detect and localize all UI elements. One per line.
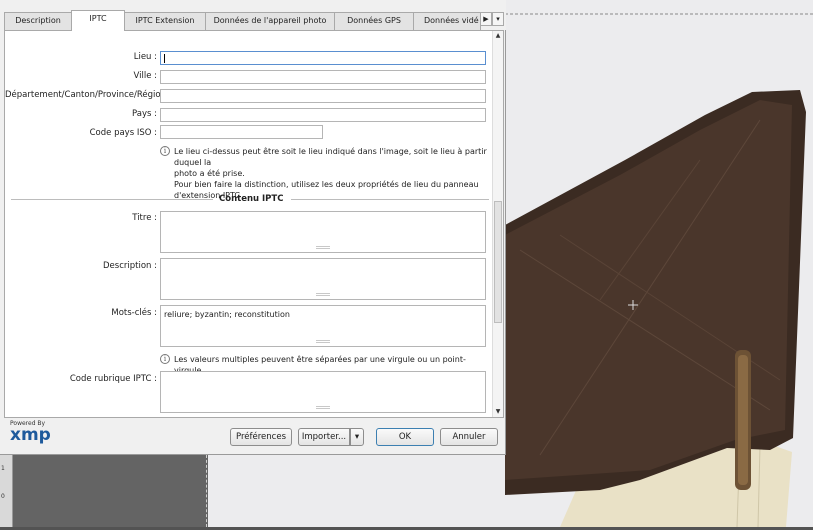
titre-label: Titre : xyxy=(132,213,157,223)
resize-grip-icon[interactable] xyxy=(316,293,330,296)
tab-gps[interactable]: Données GPS xyxy=(334,12,414,30)
metadata-dialog: Description IPTC IPTC Extension Données … xyxy=(0,0,506,455)
resize-grip-icon[interactable] xyxy=(316,406,330,409)
tab-description[interactable]: Description xyxy=(4,12,72,30)
code-rubrique-label: Code rubrique IPTC : xyxy=(69,374,157,384)
tab-menu-icon[interactable]: ▾ xyxy=(492,12,504,26)
location-note-line: Le lieu ci-dessus peut être soit le lieu… xyxy=(174,147,487,167)
xmp-logo-text: xmp xyxy=(10,425,51,445)
book-photo-lower xyxy=(208,455,505,527)
mots-cles-textarea[interactable]: reliure; byzantin; reconstitution xyxy=(160,305,486,347)
tab-iptc[interactable]: IPTC xyxy=(71,10,125,31)
cancel-button[interactable]: Annuler xyxy=(440,428,498,446)
section-divider xyxy=(291,199,489,200)
lieu-label: Lieu : xyxy=(133,52,157,62)
tab-video[interactable]: Données vidé xyxy=(413,12,481,30)
description-textarea[interactable] xyxy=(160,258,486,300)
tab-next-icon[interactable]: ▶ xyxy=(480,12,492,26)
ville-input[interactable] xyxy=(160,70,486,84)
vertical-scrollbar[interactable]: ▲ ▼ xyxy=(492,31,503,417)
lieu-input[interactable] xyxy=(160,51,486,65)
mots-cles-value: reliure; byzantin; reconstitution xyxy=(164,310,290,319)
code-rubrique-textarea[interactable] xyxy=(160,371,486,413)
location-note: Le lieu ci-dessus peut être soit le lieu… xyxy=(174,146,492,201)
resize-grip-icon[interactable] xyxy=(316,246,330,249)
iptc-panel: Lieu : Ville : Département/Canton/Provin… xyxy=(4,30,504,418)
section-title: Contenu IPTC xyxy=(219,194,284,204)
preferences-button[interactable]: Préférences xyxy=(230,428,292,446)
departement-input[interactable] xyxy=(160,89,486,103)
pays-label: Pays : xyxy=(132,109,157,119)
tab-camera-data[interactable]: Données de l'appareil photo xyxy=(205,12,335,30)
location-note-line: Pour bien faire la distinction, utilisez… xyxy=(174,180,479,189)
tab-iptc-extension[interactable]: IPTC Extension xyxy=(124,12,206,30)
import-dropdown-icon[interactable]: ▾ xyxy=(350,428,364,446)
book-photo xyxy=(505,0,813,527)
ruler-mark: 0 xyxy=(1,493,5,500)
tab-bar: Description IPTC IPTC Extension Données … xyxy=(0,0,506,31)
info-icon: i xyxy=(160,354,170,364)
info-icon: i xyxy=(160,146,170,156)
canvas-guide xyxy=(206,455,207,527)
ruler-mark: 1 xyxy=(1,465,5,472)
pays-input[interactable] xyxy=(160,108,486,122)
departement-label: Département/Canton/Province/Région : xyxy=(5,90,172,100)
mots-cles-label: Mots-clés : xyxy=(111,308,157,318)
description-label: Description : xyxy=(103,261,157,271)
code-pays-input[interactable] xyxy=(160,125,323,139)
section-divider xyxy=(11,199,213,200)
titre-textarea[interactable] xyxy=(160,211,486,253)
ville-label: Ville : xyxy=(133,71,157,81)
import-button[interactable]: Importer... xyxy=(298,428,350,446)
scroll-thumb[interactable] xyxy=(494,201,502,323)
scroll-down-icon[interactable]: ▼ xyxy=(493,407,503,417)
vertical-ruler: 1 0 xyxy=(0,455,13,527)
scroll-up-icon[interactable]: ▲ xyxy=(493,31,503,41)
code-pays-label: Code pays ISO : xyxy=(89,128,157,138)
resize-grip-icon[interactable] xyxy=(316,340,330,343)
ok-button[interactable]: OK xyxy=(376,428,434,446)
text-caret xyxy=(164,54,165,63)
location-note-line: photo a été prise. xyxy=(174,169,245,178)
xmp-logo: Powered By xmp xyxy=(10,420,51,444)
